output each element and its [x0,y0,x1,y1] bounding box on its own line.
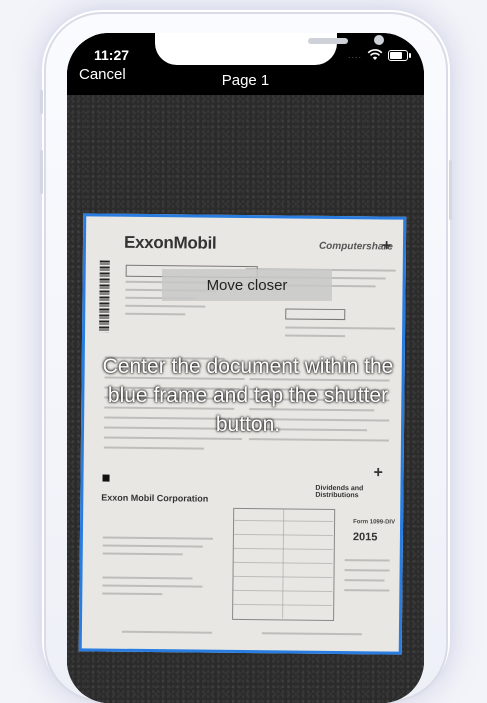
text-line [344,579,385,582]
volume-up-button [40,90,43,114]
notch [155,33,384,65]
move-closer-hint: Move closer [162,269,332,301]
text-line [285,326,396,330]
registration-mark [102,474,110,482]
power-button [449,160,452,220]
text-line [344,559,390,562]
status-icons: .... [347,48,411,62]
status-time: 11:27 [94,47,130,63]
text-line [103,446,204,450]
text-line [102,552,183,556]
barcode [99,260,110,333]
crosshair-icon: + [381,237,392,255]
battery-icon [388,49,411,61]
account-box [285,308,346,321]
signal-icon: .... [347,50,362,60]
text-line [102,536,213,540]
brand-text: ExxonMobil [123,232,217,253]
tax-year: 2015 [352,531,378,544]
form-label: Form 1099-DIV [353,519,396,526]
exxonmobil-logo: ExxonMobil [124,233,217,254]
speaker-grille [308,38,348,44]
text-line [102,592,163,596]
capture-instructions: Center the document within the blue fram… [102,355,394,436]
section-heading: Dividends and Distributions [315,484,364,500]
crosshair-icon: + [373,464,384,482]
text-line [285,334,346,338]
text-line [102,584,203,588]
text-line [102,544,203,548]
nav-bar: Cancel Page 1 [67,63,424,99]
text-line [344,589,390,592]
text-line [125,304,206,308]
text-line [344,569,390,572]
page-title: Page 1 [221,72,270,89]
wifi-icon [367,49,383,60]
volume-down-button [40,150,43,194]
text-line [261,632,362,636]
text-line [125,312,186,316]
company-name: Exxon Mobil Corporation [101,492,209,504]
front-camera [374,35,384,45]
text-line [102,576,193,580]
text-line [121,630,212,634]
